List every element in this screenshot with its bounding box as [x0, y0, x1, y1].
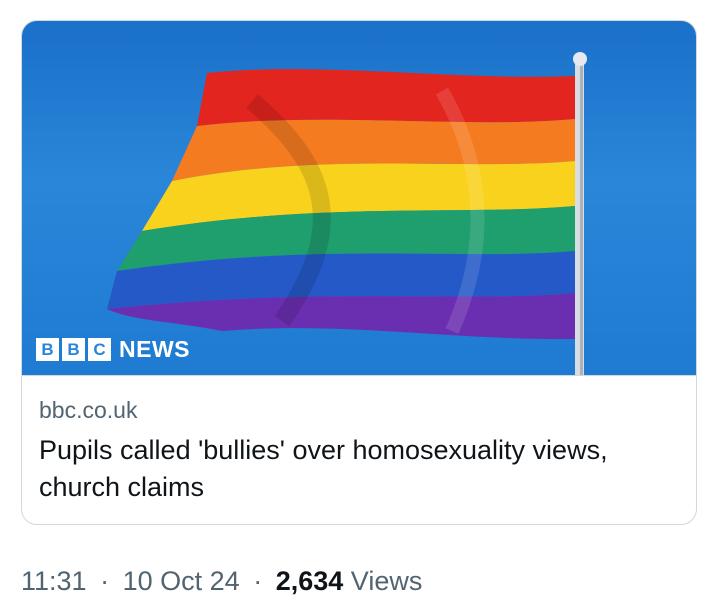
bbc-logo-letter: B [62, 338, 85, 361]
bbc-logo-letter: C [88, 338, 111, 361]
post-metadata: 11:31 · 10 Oct 24 · 2,634 Views [21, 566, 422, 597]
link-preview-card[interactable]: B B C NEWS bbc.co.uk Pupils called 'bull… [21, 20, 697, 525]
post-time[interactable]: 11:31 [21, 566, 87, 596]
bbc-news-logo: B B C NEWS [36, 338, 190, 361]
views-label: Views [350, 566, 423, 596]
link-domain: bbc.co.uk [39, 397, 138, 423]
article-image[interactable]: B B C NEWS [22, 21, 696, 376]
bbc-logo-letter: B [36, 338, 59, 361]
post-date[interactable]: 10 Oct 24 [123, 566, 240, 596]
views-count: 2,634 [275, 566, 344, 596]
bbc-logo-word: NEWS [119, 336, 190, 362]
card-meta: bbc.co.uk Pupils called 'bullies' over h… [22, 376, 696, 506]
article-headline[interactable]: Pupils called 'bullies' over homosexuali… [39, 432, 639, 506]
separator-dot: · [253, 566, 263, 596]
rainbow-flag-image [107, 52, 587, 375]
separator-dot: · [100, 566, 110, 596]
